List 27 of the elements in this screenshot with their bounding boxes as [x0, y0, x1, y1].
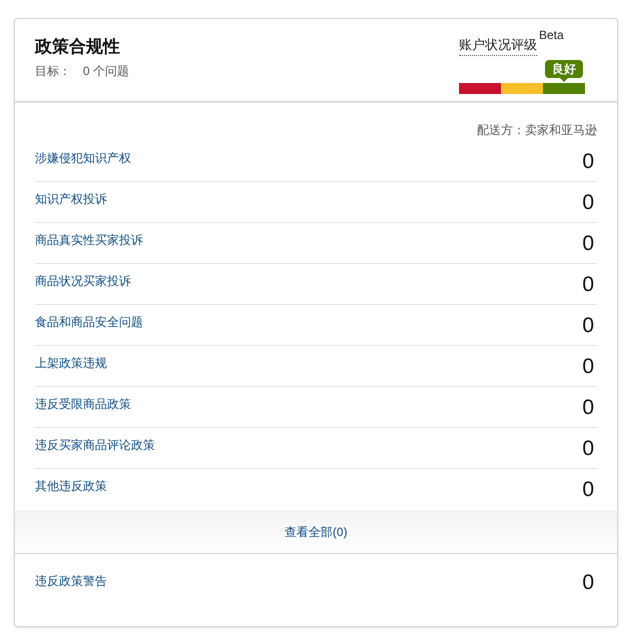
issue-link[interactable]: 商品状况买家投诉 — [35, 272, 131, 290]
issue-count: 0 — [582, 274, 594, 295]
issue-count: 0 — [582, 315, 594, 336]
issue-count: 0 — [582, 151, 594, 172]
issue-link[interactable]: 其他违反政策 — [35, 477, 107, 495]
issue-link[interactable]: 上架政策违规 — [35, 354, 107, 372]
issue-link[interactable]: 违反买家商品评论政策 — [35, 436, 155, 454]
rating-label[interactable]: 账户状况评级 — [459, 35, 537, 56]
issue-link[interactable]: 食品和商品安全问题 — [35, 313, 143, 331]
issue-link[interactable]: 知识产权投诉 — [35, 190, 107, 208]
issue-count: 0 — [582, 356, 594, 377]
issue-link[interactable]: 商品真实性买家投诉 — [35, 231, 143, 249]
issue-count: 0 — [582, 438, 594, 459]
issue-link[interactable]: 涉嫌侵犯知识产权 — [35, 149, 131, 167]
warnings-count: 0 — [582, 572, 594, 593]
issue-count: 0 — [582, 397, 594, 418]
issue-count: 0 — [582, 192, 594, 213]
target-label: 目标： — [35, 62, 71, 80]
issue-count: 0 — [582, 233, 594, 254]
beta-label: Beta — [539, 29, 564, 41]
card-title: 政策合规性 — [35, 36, 121, 58]
fulfilled-by-text: 配送方：卖家和亚马逊 — [477, 122, 597, 139]
view-all-link[interactable]: 查看全部(0) — [284, 522, 348, 540]
target-value: 0 个问题 — [83, 62, 130, 80]
warnings-link[interactable]: 违反政策警告 — [35, 572, 107, 590]
issue-count: 0 — [582, 479, 594, 500]
issue-link[interactable]: 违反受限商品政策 — [35, 395, 131, 413]
